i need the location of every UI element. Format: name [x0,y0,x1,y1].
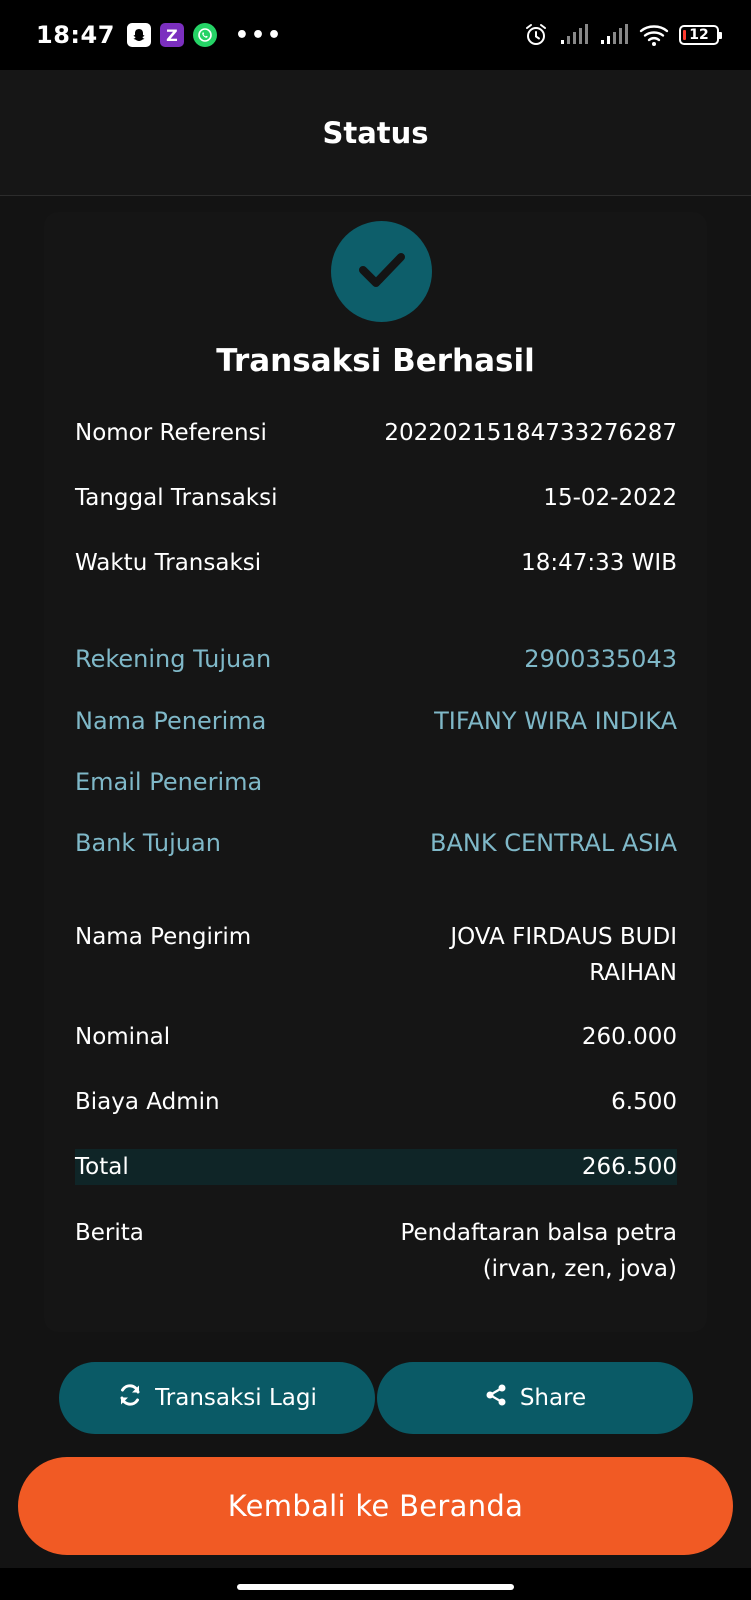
nominal-label: Nominal [75,1024,171,1050]
recipient-email-label: Email Penerima [75,768,263,796]
bank-value: BANK CENTRAL ASIA [429,829,677,857]
signal-icon-1 [559,24,589,46]
time-value: 18:47:33 WIB [521,550,677,576]
recipient-row-name: Nama Penerima TIFANY WIRA INDIKA [75,703,677,739]
clock-time: 18:47 [36,21,115,49]
detail-row-date: Tanggal Transaksi 15-02-2022 [75,480,677,516]
admin-fee-value: 6.500 [611,1089,677,1115]
recipient-name-value: TIFANY WIRA INDIKA [434,707,677,735]
detail-row-time: Waktu Transaksi 18:47:33 WIB [75,545,677,581]
sender-label: Nama Pengirim [75,924,252,950]
amount-row-nominal: Nominal 260.000 [75,1019,677,1055]
total-value: 266.500 [581,1154,677,1180]
check-icon [358,251,406,293]
share-label: Share [519,1385,587,1411]
note-value: Pendaftaran balsa petra (irvan, zen, jov… [400,1215,677,1287]
detail-row-reference: Nomor Referensi 20220215184733276287 [75,415,677,451]
alarm-icon [523,22,549,48]
battery-icon: 12 [679,25,722,45]
amount-row-admin-fee: Biaya Admin 6.500 [75,1084,677,1120]
note-value-line2: (irvan, zen, jova) [482,1256,677,1282]
transaction-again-button[interactable]: Transaksi Lagi [59,1362,375,1434]
share-button[interactable]: Share [377,1362,693,1434]
system-status-bar: 18:47 Z ••• 12 [0,0,751,70]
recipient-name-label: Nama Penerima [75,707,267,735]
app-header: Status [0,70,751,196]
note-row: Berita Pendaftaran balsa petra (irvan, z… [75,1215,677,1287]
whatsapp-icon [192,23,217,47]
signal-icon-2 [599,24,629,46]
wifi-icon [639,23,669,47]
date-label: Tanggal Transaksi [75,485,278,511]
zalo-icon: Z [159,23,184,47]
account-label: Rekening Tujuan [75,645,272,673]
recipient-row-bank: Bank Tujuan BANK CENTRAL ASIA [75,825,677,861]
success-badge [331,221,432,322]
back-to-home-label: Kembali ke Beranda [227,1489,524,1523]
reference-value: 20220215184733276287 [384,420,677,446]
sender-value-line1: JOVA FIRDAUS BUDI [450,924,677,950]
home-gesture-bar[interactable] [237,1584,514,1590]
more-notifications-icon: ••• [234,22,284,48]
time-label: Waktu Transaksi [75,550,262,576]
share-icon [484,1383,520,1413]
transaction-again-label: Transaksi Lagi [155,1385,317,1411]
nominal-value: 260.000 [581,1024,677,1050]
page-title: Status [322,115,429,150]
system-indicators: 12 [513,22,722,48]
total-label: Total [75,1154,129,1180]
date-value: 15-02-2022 [543,485,677,511]
sender-value: JOVA FIRDAUS BUDI RAIHAN [450,919,677,991]
admin-fee-label: Biaya Admin [75,1089,220,1115]
reference-label: Nomor Referensi [75,420,267,446]
snapchat-icon [126,23,151,47]
total-row: Total 266.500 [75,1149,677,1185]
bank-label: Bank Tujuan [75,829,221,857]
back-to-home-button[interactable]: Kembali ke Beranda [18,1457,733,1555]
sender-value-line2: RAIHAN [589,960,677,986]
note-value-line1: Pendaftaran balsa petra [400,1220,677,1246]
recipient-row-account: Rekening Tujuan 2900335043 [75,641,677,677]
account-value: 2900335043 [524,645,677,673]
sender-row: Nama Pengirim JOVA FIRDAUS BUDI RAIHAN [75,919,677,991]
note-label: Berita [75,1220,144,1246]
recipient-row-email: Email Penerima [75,764,677,800]
refresh-icon [117,1382,155,1414]
transaction-status-title: Transaksi Berhasil [216,343,535,379]
